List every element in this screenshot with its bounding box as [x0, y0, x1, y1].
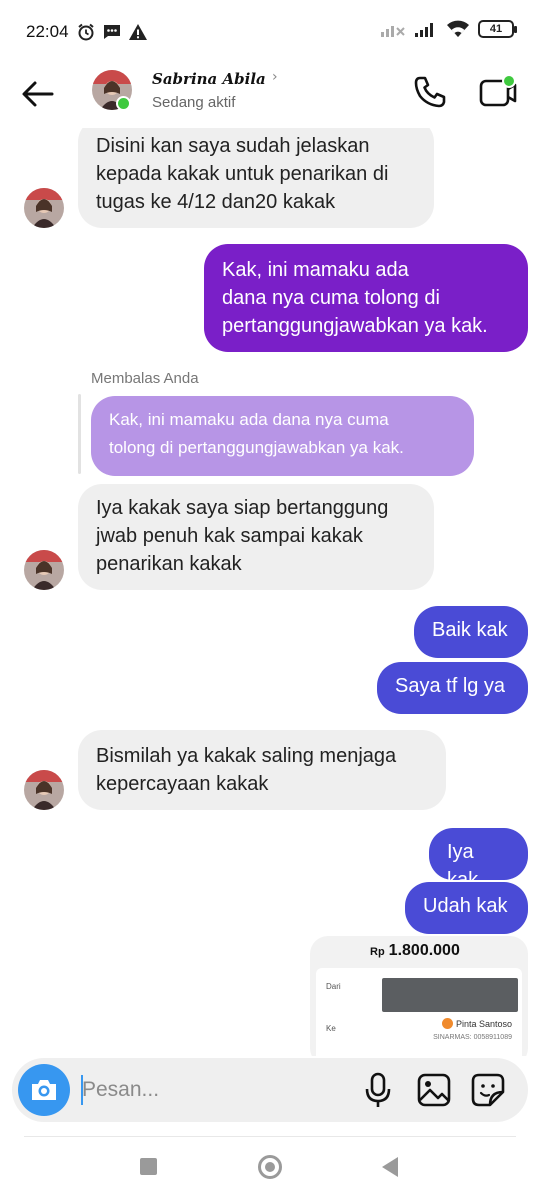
receipt-to-label: Ke — [326, 1024, 336, 1033]
reply-bar — [78, 394, 81, 474]
message-bubble-outgoing[interactable]: Udah kak — [405, 882, 528, 934]
avatar[interactable] — [24, 770, 64, 810]
message-bubble-incoming[interactable]: Bismilah ya kakak saling menjaga keperca… — [78, 730, 446, 810]
status-system-icons: 41 — [380, 20, 517, 38]
receipt-currency: Rp — [370, 946, 385, 958]
signal-icon — [414, 20, 438, 38]
home-icon[interactable] — [258, 1155, 282, 1179]
contact-status: Sedang aktif — [152, 94, 236, 111]
voice-message-button[interactable] — [362, 1072, 394, 1108]
system-navigation-bar — [0, 1138, 540, 1200]
wifi-icon — [446, 20, 470, 38]
sticker-button[interactable] — [470, 1072, 506, 1108]
video-call-button[interactable] — [476, 72, 520, 112]
camera-button[interactable] — [18, 1064, 70, 1116]
status-time: 22:04 — [26, 22, 69, 41]
receipt-recipient: Pinta Santoso — [441, 1018, 512, 1029]
camera-icon — [32, 1080, 56, 1100]
avatar[interactable] — [24, 188, 64, 228]
message-bubble-incoming[interactable]: Disini kan saya sudah jelaskan kepada ka… — [78, 128, 434, 228]
transfer-receipt-image[interactable]: Rp 1.800.000 Dari Ke Pinta Santoso SINARM… — [310, 936, 528, 1056]
status-notification-icons — [76, 22, 148, 42]
message-bubble-outgoing[interactable]: Iya kak — [429, 828, 528, 891]
message-bubble-outgoing[interactable]: Kak, ini mamaku ada dana nya cuma tolong… — [204, 244, 528, 352]
user-icon — [441, 1018, 453, 1029]
back-nav-icon[interactable] — [382, 1157, 398, 1177]
receipt-amount-value: 1.800.000 — [388, 942, 460, 959]
message-text: Bismilah ya kakak saling menjaga keperca… — [96, 745, 397, 795]
receipt-details: Dari Ke Pinta Santoso SINARMAS: 00589110… — [316, 968, 522, 1056]
redacted-block — [382, 978, 518, 1012]
message-icon — [102, 22, 122, 42]
message-text: Kak, ini mamaku ada dana nya cuma tolong… — [222, 259, 488, 337]
chat-header: Sabrina Abila › Sedang aktif — [0, 64, 540, 128]
receipt-amount: Rp 1.800.000 — [370, 942, 460, 960]
message-composer — [12, 1058, 528, 1122]
receipt-account: SINARMAS: 0058911089 — [433, 1034, 512, 1041]
avatar[interactable] — [24, 550, 64, 590]
message-text: Iya kakak saya siap bertanggung jwab pen… — [96, 497, 389, 575]
battery-level: 41 — [489, 23, 503, 35]
status-bar: 22:04 41 — [0, 0, 540, 64]
recent-apps-icon[interactable] — [140, 1158, 157, 1175]
message-list[interactable]: Disini kan saya sudah jelaskan kepada ka… — [0, 128, 540, 1056]
arrow-left-icon — [22, 81, 54, 107]
message-text: Udah kak — [423, 895, 508, 917]
online-indicator — [116, 96, 131, 111]
sticker-icon — [471, 1073, 505, 1107]
receipt-recipient-name: Pinta Santoso — [455, 1018, 512, 1029]
signal-off-icon — [380, 20, 406, 38]
reply-label: Membalas Anda — [91, 370, 199, 387]
message-text: Saya tf lg ya — [395, 675, 506, 697]
message-bubble-outgoing[interactable]: Saya tf lg ya — [377, 662, 528, 714]
video-icon — [479, 74, 517, 107]
battery-icon: 41 — [478, 20, 517, 38]
image-icon — [417, 1073, 451, 1107]
receipt-from-label: Dari — [326, 982, 341, 991]
message-bubble-incoming[interactable]: Iya kakak saya siap bertanggung jwab pen… — [78, 484, 434, 590]
back-button[interactable] — [18, 74, 58, 114]
phone-icon — [414, 76, 446, 108]
chevron-right-icon[interactable]: › — [272, 69, 278, 85]
divider — [24, 1136, 516, 1137]
message-text: Baik kak — [432, 619, 508, 641]
quoted-text: Kak, ini mamaku ada dana nya cuma tolong… — [109, 410, 404, 457]
warning-icon — [128, 22, 148, 42]
message-bubble-outgoing[interactable]: Baik kak — [414, 606, 528, 658]
alarm-icon — [76, 22, 96, 42]
microphone-icon — [365, 1072, 391, 1107]
message-text: Disini kan saya sudah jelaskan kepada ka… — [96, 135, 389, 213]
message-input[interactable] — [82, 1070, 342, 1110]
contact-name[interactable]: Sabrina Abila — [152, 70, 266, 88]
quoted-message[interactable]: Kak, ini mamaku ada dana nya cuma tolong… — [91, 396, 474, 476]
gallery-button[interactable] — [416, 1072, 452, 1108]
call-button[interactable] — [410, 72, 450, 112]
